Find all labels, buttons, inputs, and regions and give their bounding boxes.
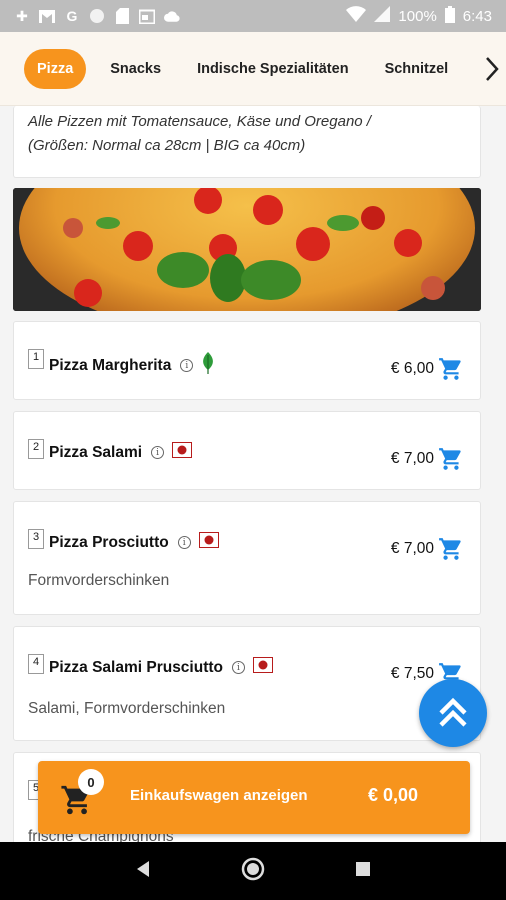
info-icon[interactable]: i <box>151 446 165 459</box>
back-icon[interactable] <box>135 860 151 883</box>
menu-item[interactable]: 1 Pizza Margherita i € 6,00 <box>13 321 481 400</box>
item-name: Pizza Margherita <box>49 356 172 374</box>
item-name-row: Pizza Prosciutto i <box>49 532 219 553</box>
plus-icon: ✚ <box>16 7 28 24</box>
info-icon[interactable]: i <box>177 536 191 549</box>
menu-item[interactable]: 2 Pizza Salami i € 7,00 <box>13 411 481 490</box>
add-to-cart-icon[interactable] <box>438 536 464 562</box>
cart-count-badge: 0 <box>78 769 104 795</box>
home-icon[interactable] <box>241 857 265 886</box>
sd-card-icon <box>114 8 130 24</box>
google-icon: G <box>66 8 78 24</box>
clock: 6:43 <box>462 7 492 25</box>
item-number: 3 <box>28 529 44 549</box>
menu-item[interactable]: 4 Pizza Salami Prusciutto i € 7,50 Salam… <box>13 626 481 741</box>
category-description-line-1: Alle Pizzen mit Tomatensauce, Käse und O… <box>28 113 371 130</box>
system-nav-bar <box>0 842 506 900</box>
vegetarian-leaf-icon <box>201 352 215 379</box>
scroll-to-top-button[interactable] <box>419 679 487 747</box>
item-number: 4 <box>28 654 44 674</box>
tab-snacks[interactable]: Snacks <box>110 61 161 77</box>
cart-label: Einkaufswagen anzeigen <box>130 787 308 804</box>
chevron-right-icon[interactable] <box>478 46 506 92</box>
item-name: Pizza Salami Prusciutto <box>49 658 223 676</box>
category-tabs: Pizza Snacks Indische Spezialitäten Schn… <box>0 32 506 106</box>
meat-icon <box>253 657 273 678</box>
circle-icon <box>89 8 105 24</box>
item-name: Pizza Salami <box>49 443 143 461</box>
item-price: € 7,50 <box>390 665 434 682</box>
category-description-line-2: (Größen: Normal ca 28cm | BIG ca 40cm) <box>28 137 306 154</box>
tab-schnitzel[interactable]: Schnitzel <box>385 61 449 77</box>
tab-pizza[interactable]: Pizza <box>24 48 87 89</box>
battery-icon <box>444 5 455 27</box>
double-chevron-up-icon <box>439 697 467 727</box>
wifi-icon <box>346 6 367 26</box>
meat-icon <box>198 532 219 553</box>
item-name-row: Pizza Salami i <box>49 442 193 463</box>
pizza-banner-image <box>13 188 481 311</box>
add-to-cart-icon[interactable] <box>438 356 464 382</box>
meat-icon <box>172 442 193 463</box>
calendar-icon <box>139 8 155 24</box>
item-name-row: Pizza Salami Prusciutto i <box>49 657 273 678</box>
info-icon[interactable]: i <box>180 359 194 372</box>
item-name: Pizza Prosciutto <box>49 533 169 551</box>
battery-percent: 100% <box>398 7 437 25</box>
item-price: € 6,00 <box>390 360 434 377</box>
item-name-row: Pizza Margherita i <box>49 352 215 379</box>
item-number: 1 <box>28 349 44 369</box>
add-to-cart-icon[interactable] <box>438 446 464 472</box>
item-price: € 7,00 <box>390 540 434 557</box>
view-cart-button[interactable]: 0 Einkaufswagen anzeigen € 0,00 <box>38 761 470 834</box>
info-icon[interactable]: i <box>232 661 245 674</box>
item-description: Salami, Formvorderschinken <box>28 700 226 717</box>
menu-item[interactable]: 3 Pizza Prosciutto i € 7,00 Formvordersc… <box>13 501 481 615</box>
signal-icon <box>374 6 391 26</box>
item-price: € 7,00 <box>390 450 434 467</box>
cloud-icon <box>164 8 180 24</box>
recents-icon[interactable] <box>355 861 371 882</box>
cart-total: € 0,00 <box>368 785 419 805</box>
status-bar: ✚ G 100% 6:43 <box>0 0 506 32</box>
item-description: Formvorderschinken <box>28 572 170 589</box>
gmail-icon <box>39 8 55 24</box>
tab-indische-spezialitaeten[interactable]: Indische Spezialitäten <box>197 61 349 77</box>
item-number: 2 <box>28 439 44 459</box>
category-description: Alle Pizzen mit Tomatensauce, Käse und O… <box>13 106 481 178</box>
